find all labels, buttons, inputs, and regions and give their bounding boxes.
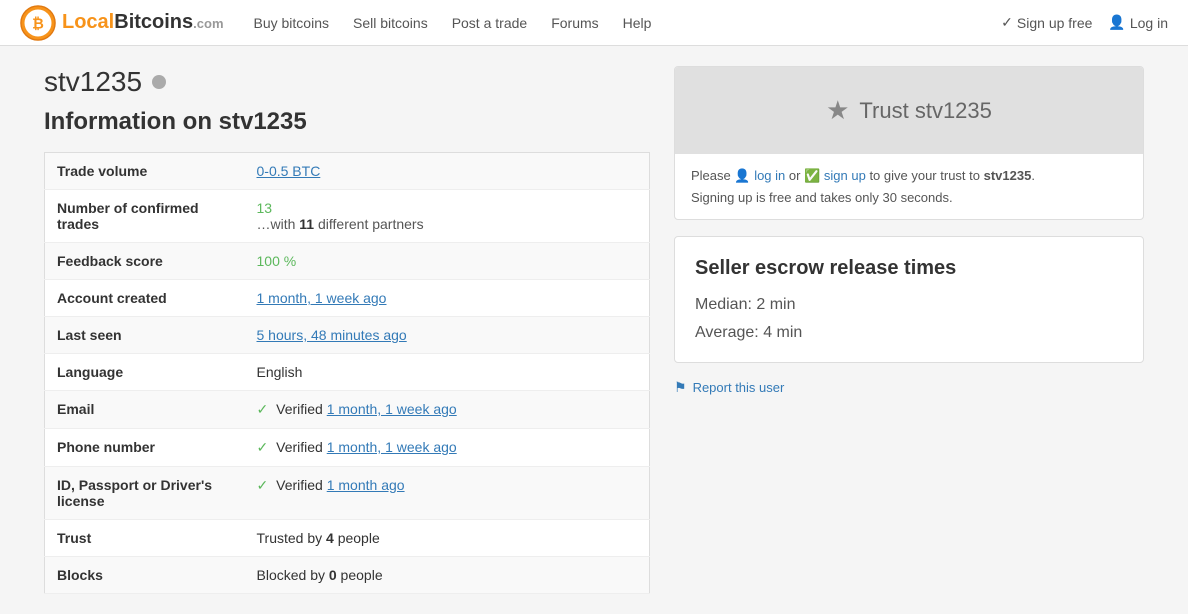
trust-banner[interactable]: ★ Trust stv1235 bbox=[675, 67, 1143, 154]
blocks-value: Blocked by 0 people bbox=[245, 557, 650, 594]
flag-icon: ⚑ bbox=[674, 379, 687, 396]
header-right: ✓ Sign up free 👤 Log in bbox=[1001, 14, 1168, 31]
username-header: stv1235 bbox=[44, 66, 650, 98]
email-check-icon: ✓ bbox=[257, 401, 269, 417]
or-text: or bbox=[789, 168, 801, 183]
id-verified: ✓ Verified 1 month ago bbox=[245, 467, 650, 520]
signup-check-icon: ✓ bbox=[1001, 14, 1013, 31]
main-content: stv1235 Information on stv1235 Trade vol… bbox=[24, 46, 1164, 614]
escrow-median: Median: 2 min bbox=[695, 296, 1123, 314]
user-icon: 👤 bbox=[1108, 14, 1125, 31]
table-row: Trade volume 0-0.5 BTC bbox=[45, 153, 650, 190]
trust-banner-text: Trust stv1235 bbox=[859, 98, 991, 124]
trade-volume-label: Trade volume bbox=[45, 153, 245, 190]
star-icon: ★ bbox=[826, 95, 849, 126]
nav-forums[interactable]: Forums bbox=[551, 15, 598, 31]
table-row: Phone number ✓ Verified 1 month, 1 week … bbox=[45, 429, 650, 467]
account-created-value: 1 month, 1 week ago bbox=[245, 280, 650, 317]
blocks-label: Blocks bbox=[45, 557, 245, 594]
id-check-icon: ✓ bbox=[257, 477, 269, 493]
logo-icon: ₿ bbox=[20, 5, 56, 41]
confirmed-trades-label: Number of confirmed trades bbox=[45, 190, 245, 243]
login-link-trust[interactable]: log in bbox=[754, 168, 785, 183]
feedback-label: Feedback score bbox=[45, 243, 245, 280]
phone-label: Phone number bbox=[45, 429, 245, 467]
trust-info: Please 👤 log in or ✅ sign up to give you… bbox=[675, 154, 1143, 219]
last-seen-label: Last seen bbox=[45, 317, 245, 354]
trust-username: stv1235 bbox=[984, 168, 1032, 183]
svg-text:₿: ₿ bbox=[32, 16, 44, 32]
trust-banner-content: ★ Trust stv1235 bbox=[695, 95, 1123, 126]
nav-help[interactable]: Help bbox=[623, 15, 652, 31]
table-row: ID, Passport or Driver's license ✓ Verif… bbox=[45, 467, 650, 520]
nav-buy-bitcoins[interactable]: Buy bitcoins bbox=[254, 15, 329, 31]
table-row: Email ✓ Verified 1 month, 1 week ago bbox=[45, 391, 650, 429]
table-row: Feedback score 100 % bbox=[45, 243, 650, 280]
confirmed-trades-value: 13 …with 11 different partners bbox=[245, 190, 650, 243]
online-indicator bbox=[152, 75, 166, 89]
confirmed-trades-number: 13 bbox=[257, 200, 273, 216]
last-seen-link[interactable]: 5 hours, 48 minutes ago bbox=[257, 327, 407, 343]
email-label: Email bbox=[45, 391, 245, 429]
give-trust-middle: to give your trust to bbox=[869, 168, 980, 183]
trust-box: ★ Trust stv1235 Please 👤 log in or ✅ sig… bbox=[674, 66, 1144, 220]
trade-volume-value: 0-0.5 BTC bbox=[245, 153, 650, 190]
phone-check-icon: ✓ bbox=[257, 439, 269, 455]
table-row: Language English bbox=[45, 354, 650, 391]
report-user-label: Report this user bbox=[693, 380, 785, 395]
language-value: English bbox=[245, 354, 650, 391]
email-verified: ✓ Verified 1 month, 1 week ago bbox=[245, 391, 650, 429]
signup-link[interactable]: ✓ Sign up free bbox=[1001, 14, 1092, 31]
last-seen-value: 5 hours, 48 minutes ago bbox=[245, 317, 650, 354]
table-row: Account created 1 month, 1 week ago bbox=[45, 280, 650, 317]
email-date[interactable]: 1 month, 1 week ago bbox=[327, 401, 457, 417]
give-trust-prefix: Please bbox=[691, 168, 731, 183]
logo-text: LocalBitcoins.com bbox=[62, 11, 224, 34]
id-date[interactable]: 1 month ago bbox=[327, 477, 405, 493]
account-created-link[interactable]: 1 month, 1 week ago bbox=[257, 290, 387, 306]
escrow-average: Average: 4 min bbox=[695, 324, 1123, 342]
table-row: Blocks Blocked by 0 people bbox=[45, 557, 650, 594]
table-row: Trust Trusted by 4 people bbox=[45, 520, 650, 557]
table-row: Number of confirmed trades 13 …with 11 d… bbox=[45, 190, 650, 243]
id-label: ID, Passport or Driver's license bbox=[45, 467, 245, 520]
feedback-score: 100 % bbox=[257, 253, 297, 269]
report-user-link[interactable]: ⚑ Report this user bbox=[674, 379, 1144, 396]
trade-volume-link[interactable]: 0-0.5 BTC bbox=[257, 163, 321, 179]
person-icon: 👤 bbox=[734, 168, 750, 183]
trust-value: Trusted by 4 people bbox=[245, 520, 650, 557]
nav-post-trade[interactable]: Post a trade bbox=[452, 15, 528, 31]
feedback-value: 100 % bbox=[245, 243, 650, 280]
language-label: Language bbox=[45, 354, 245, 391]
table-row: Last seen 5 hours, 48 minutes ago bbox=[45, 317, 650, 354]
right-column: ★ Trust stv1235 Please 👤 log in or ✅ sig… bbox=[674, 66, 1144, 594]
left-column: stv1235 Information on stv1235 Trade vol… bbox=[44, 66, 650, 594]
trust-label: Trust bbox=[45, 520, 245, 557]
login-link[interactable]: 👤 Log in bbox=[1108, 14, 1168, 31]
free-signup-text: Signing up is free and takes only 30 sec… bbox=[691, 190, 1127, 205]
username-text: stv1235 bbox=[44, 66, 142, 98]
header: ₿ LocalBitcoins.com Buy bitcoins Sell bi… bbox=[0, 0, 1188, 46]
partners-text: …with 11 different partners bbox=[257, 216, 424, 232]
logo[interactable]: ₿ LocalBitcoins.com bbox=[20, 5, 224, 41]
info-table: Trade volume 0-0.5 BTC Number of confirm… bbox=[44, 152, 650, 594]
nav-sell-bitcoins[interactable]: Sell bitcoins bbox=[353, 15, 428, 31]
phone-date[interactable]: 1 month, 1 week ago bbox=[327, 439, 457, 455]
page-title: Information on stv1235 bbox=[44, 108, 650, 136]
main-nav: Buy bitcoins Sell bitcoins Post a trade … bbox=[254, 15, 1002, 31]
escrow-box: Seller escrow release times Median: 2 mi… bbox=[674, 236, 1144, 363]
escrow-title: Seller escrow release times bbox=[695, 257, 1123, 280]
signup-link-trust[interactable]: sign up bbox=[824, 168, 866, 183]
account-created-label: Account created bbox=[45, 280, 245, 317]
signup-icon: ✅ bbox=[804, 168, 820, 183]
phone-verified: ✓ Verified 1 month, 1 week ago bbox=[245, 429, 650, 467]
